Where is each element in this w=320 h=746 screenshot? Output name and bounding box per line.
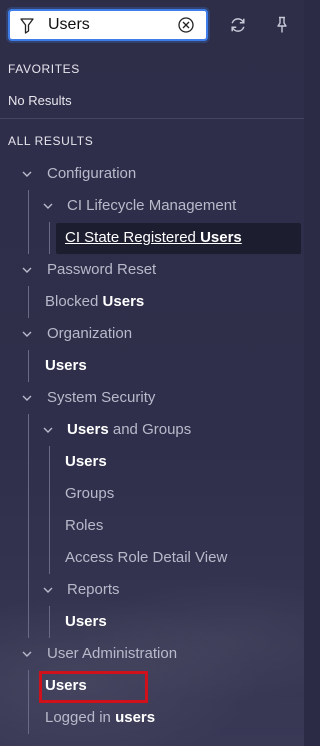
tree-item-label: Roles	[65, 517, 104, 534]
tree-item-label: Blocked Users	[45, 293, 145, 310]
tree-item-label: CI Lifecycle Management	[67, 197, 237, 214]
tree-item-system-security[interactable]: System Security	[0, 383, 304, 413]
tree-item-ci-lifecycle-management[interactable]: CI Lifecycle Management	[0, 191, 304, 221]
all-results-header: ALL RESULTS	[8, 134, 94, 148]
tree-item-reports[interactable]: Reports	[0, 575, 304, 605]
tree-item-label: Groups	[65, 485, 115, 502]
navigator-toolbar	[0, 0, 304, 50]
chevron-down-icon[interactable]	[22, 394, 32, 402]
tree-item-label: CI State Registered Users	[65, 229, 242, 246]
tree-item-organization-users[interactable]: Users	[0, 351, 304, 381]
tree-item-logged-in-users[interactable]: Logged in users	[0, 703, 304, 733]
tree-item-roles[interactable]: Roles	[0, 511, 304, 541]
filter-search-input[interactable]	[48, 14, 173, 36]
tree-item-organization[interactable]: Organization	[0, 319, 304, 349]
tree-item-label: System Security	[47, 389, 156, 406]
tree-item-label: User Administration	[47, 645, 178, 662]
filter-icon	[20, 18, 34, 34]
pin-icon[interactable]	[274, 16, 290, 34]
chevron-down-icon[interactable]	[22, 170, 32, 178]
chevron-down-icon[interactable]	[22, 266, 32, 274]
favorites-empty-text: No Results	[8, 93, 72, 108]
chevron-down-icon[interactable]	[43, 426, 53, 434]
tree-item-configuration[interactable]: Configuration	[0, 159, 304, 189]
tree-item-groups[interactable]: Groups	[0, 479, 304, 509]
filter-search-box[interactable]	[8, 9, 208, 41]
tree-item-label: Access Role Detail View	[65, 549, 228, 566]
tree-item-password-reset[interactable]: Password Reset	[0, 255, 304, 285]
tree-item-label: Users	[45, 357, 87, 374]
tree-item-reports-users[interactable]: Users	[0, 607, 304, 637]
tree-item-ci-state-registered-users[interactable]: CI State Registered Users	[0, 223, 304, 253]
tree-item-access-role-detail-view[interactable]: Access Role Detail View	[0, 543, 304, 573]
chevron-down-icon[interactable]	[43, 586, 53, 594]
tree-item-label: Reports	[67, 581, 120, 598]
clear-search-icon[interactable]	[178, 17, 194, 33]
tree-item-label: Logged in users	[45, 709, 156, 726]
tree-item-security-users[interactable]: Users	[0, 447, 304, 477]
tree-item-label: Configuration	[47, 165, 137, 182]
tree-item-label: Users and Groups	[67, 421, 192, 438]
tree-item-user-administration[interactable]: User Administration	[0, 639, 304, 669]
favorites-header: FAVORITES	[8, 62, 80, 76]
tree-item-label: Users	[65, 453, 107, 470]
tree-item-users-and-groups[interactable]: Users and Groups	[0, 415, 304, 445]
tree-item-label: Organization	[47, 325, 133, 342]
tree-item-label: Password Reset	[47, 261, 157, 278]
chevron-down-icon[interactable]	[22, 650, 32, 658]
chevron-down-icon[interactable]	[22, 330, 32, 338]
tree-item-label: Users	[65, 613, 107, 630]
refresh-icon[interactable]	[229, 16, 247, 34]
section-divider	[0, 118, 304, 119]
highlight-annotation-box	[39, 671, 148, 703]
chevron-down-icon[interactable]	[43, 202, 53, 210]
tree-item-blocked-users[interactable]: Blocked Users	[0, 287, 304, 317]
